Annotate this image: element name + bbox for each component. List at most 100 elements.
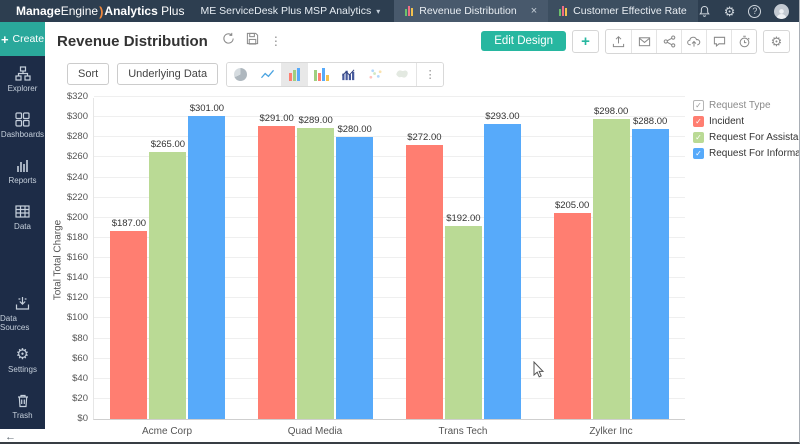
bar-request-for-information[interactable]: $280.00 — [336, 124, 374, 419]
legend-item-incident[interactable]: ✓ Incident — [693, 116, 799, 127]
legend-label: Request For Assistance — [709, 132, 800, 143]
scatter-chart-icon[interactable] — [362, 62, 390, 86]
app-window: Manage Engine) Analytics Plus ME ServiceDe… — [0, 0, 800, 444]
y-tick-label: $200 — [66, 211, 88, 223]
map-chart-icon[interactable] — [389, 62, 417, 86]
data-sources-icon — [15, 297, 30, 310]
bar-value-label: $301.00 — [189, 103, 225, 115]
bell-icon[interactable] — [698, 5, 711, 18]
bar-request-for-assistance[interactable]: $192.00 — [444, 213, 482, 419]
sidebar-item-data-sources[interactable]: Data Sources — [0, 291, 45, 337]
add-button[interactable]: + — [572, 29, 599, 53]
publish-cloud-icon[interactable] — [681, 29, 706, 53]
close-icon[interactable]: × — [531, 5, 537, 17]
grouped-bar-chart-icon[interactable] — [308, 62, 336, 86]
gear-icon: ⚙ — [15, 345, 30, 363]
legend-item-request-for-assistance[interactable]: ✓ Request For Assistance — [693, 132, 800, 143]
sort-button[interactable]: Sort — [67, 63, 110, 85]
tab-customer-effective-rate[interactable]: Customer Effective Rate — [548, 0, 698, 22]
user-avatar[interactable] — [774, 3, 790, 19]
checkbox-checked-icon[interactable]: ✓ — [693, 148, 704, 159]
share-icon[interactable] — [656, 29, 681, 53]
y-tick-label: $40 — [72, 372, 88, 384]
gear-icon: ⚙ — [770, 33, 783, 49]
legend-item-request-for-information[interactable]: ✓ Request For Information — [693, 148, 800, 159]
export-icon[interactable] — [606, 30, 631, 53]
y-tick-label: $180 — [66, 231, 88, 243]
checkbox-checked-icon[interactable]: ✓ — [693, 100, 704, 111]
x-category-label: Quad Media — [287, 426, 343, 437]
more-chart-types-icon[interactable]: ⋮ — [416, 62, 444, 86]
bar-incident[interactable]: $205.00 — [553, 200, 591, 419]
legend-header[interactable]: ✓ Request Type — [693, 100, 799, 111]
tab-bar: Revenue Distribution × Customer Effectiv… — [394, 0, 698, 22]
bar-request-for-information[interactable]: $301.00 — [188, 103, 226, 419]
sidebar-collapse-button[interactable]: ← — [0, 429, 45, 444]
main-content: Revenue Distribution ⋮ Edit Design + ⚙ S… — [45, 22, 800, 444]
comment-icon[interactable] — [706, 29, 731, 53]
sidebar-item-explorer[interactable]: Explorer — [0, 56, 45, 102]
legend: ✓ Request Type ✓ Incident ✓ Request For Ass… — [693, 100, 800, 164]
bar-request-for-information[interactable]: $288.00 — [631, 116, 669, 419]
logo-text: Manage — [16, 4, 61, 18]
legend-label: Incident — [709, 116, 745, 127]
collapse-arrow-icon: ← — [5, 430, 16, 443]
y-tick-label: $20 — [72, 392, 88, 404]
bar-request-for-assistance[interactable]: $298.00 — [592, 106, 630, 419]
refresh-icon[interactable] — [222, 32, 235, 50]
sidebar-item-settings[interactable]: ⚙ Settings — [0, 337, 45, 383]
workspace-name: ME ServiceDesk Plus MSP Analytics — [200, 5, 372, 17]
data-table-icon — [15, 204, 30, 218]
edit-design-button[interactable]: Edit Design — [481, 31, 566, 51]
email-icon[interactable] — [631, 29, 656, 53]
bar-group: $291.00 $289.00 $280.00 — [258, 113, 374, 419]
manageengine-logo: Manage Engine) Analytics Plus — [0, 0, 184, 22]
sidebar-item-data[interactable]: Data — [0, 194, 45, 240]
x-category-label: Acme Corp — [141, 426, 192, 437]
underlying-data-button[interactable]: Underlying Data — [117, 63, 219, 85]
bar-request-for-information[interactable]: $293.00 — [483, 111, 521, 419]
logo-text: Plus — [161, 4, 185, 18]
gridline — [94, 96, 685, 97]
legend-label: Request For Information — [709, 148, 800, 159]
help-icon[interactable]: ? — [748, 4, 762, 18]
sidebar-item-label: Data Sources — [0, 314, 30, 332]
x-axis-labels: Acme Corp Quad Media Trans Tech Zylker Inc — [93, 426, 685, 437]
settings-button[interactable]: ⚙ — [763, 29, 790, 53]
bar-line-combo-icon[interactable] — [335, 62, 363, 86]
pie-chart-icon[interactable] — [227, 62, 255, 86]
chart-header: Revenue Distribution ⋮ Edit Design + ⚙ — [45, 22, 800, 60]
tab-revenue-distribution[interactable]: Revenue Distribution × — [394, 0, 549, 22]
bar-value-label: $192.00 — [446, 212, 481, 224]
y-tick-label: $260 — [66, 151, 88, 163]
save-icon[interactable] — [246, 32, 259, 50]
checkbox-checked-icon[interactable]: ✓ — [693, 116, 704, 127]
header-actions: Edit Design + ⚙ — [481, 28, 790, 54]
logo-text: Engine — [60, 4, 99, 18]
line-chart-icon[interactable] — [254, 62, 282, 86]
sidebar-item-reports[interactable]: Reports — [0, 148, 45, 194]
bar-incident[interactable]: $187.00 — [110, 218, 148, 419]
y-tick-label: $300 — [66, 111, 88, 123]
x-category-label: Trans Tech — [438, 426, 488, 437]
bar-request-for-assistance[interactable]: $289.00 — [297, 115, 335, 419]
kebab-menu-icon[interactable]: ⋮ — [270, 34, 282, 48]
y-tick-label: $280 — [66, 131, 88, 143]
bar-group: $205.00 $298.00 $288.00 — [553, 106, 669, 419]
sidebar-item-trash[interactable]: Trash — [0, 383, 45, 429]
alert-timer-icon[interactable] — [731, 29, 756, 53]
gear-icon[interactable]: ⚙ — [724, 5, 736, 18]
bar-request-for-assistance[interactable]: $265.00 — [149, 139, 187, 419]
sidebar-item-dashboards[interactable]: Dashboards — [0, 102, 45, 148]
bar-value-label: $288.00 — [632, 116, 668, 128]
checkbox-checked-icon[interactable]: ✓ — [693, 132, 704, 143]
bar-incident[interactable]: $291.00 — [258, 113, 296, 419]
bar-chart-icon[interactable] — [281, 62, 309, 86]
y-tick-label: $220 — [66, 191, 88, 203]
bar-incident[interactable]: $272.00 — [405, 132, 443, 419]
bar-value-label: $187.00 — [111, 217, 147, 229]
workspace-selector[interactable]: ME ServiceDesk Plus MSP Analytics ▾ — [200, 0, 380, 22]
chart-toolbar: Sort Underlying Data ⋮ — [45, 60, 800, 88]
create-button[interactable]: + Create — [0, 22, 45, 56]
sidebar-item-label: Data — [14, 221, 31, 231]
